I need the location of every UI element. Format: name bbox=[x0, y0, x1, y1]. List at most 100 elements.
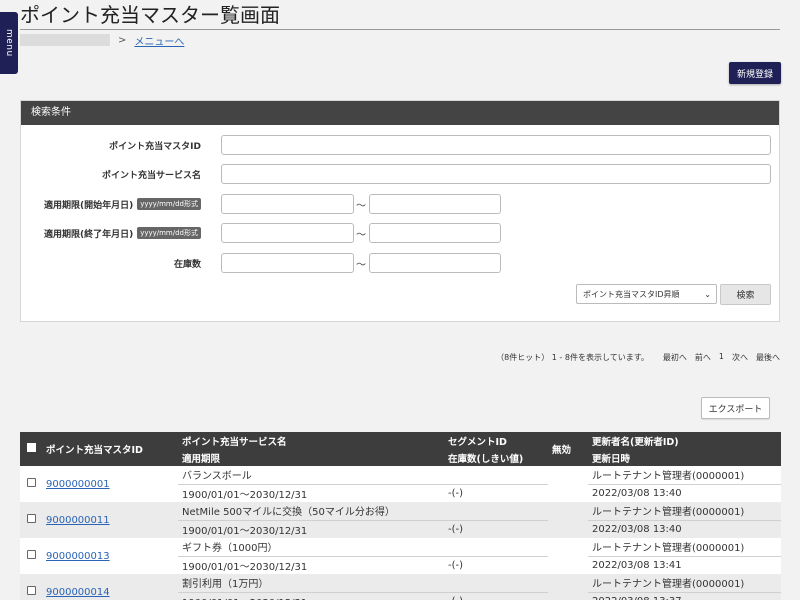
header-id[interactable]: ポイント充当マスタID bbox=[42, 432, 178, 466]
row-select-cell bbox=[20, 466, 42, 502]
service-name-row: ポイント充当サービス名 bbox=[21, 164, 779, 184]
master-id-link[interactable]: 9000000011 bbox=[46, 515, 110, 526]
segment-cell bbox=[444, 574, 548, 593]
updated-cell: 2022/03/08 13:40 bbox=[588, 484, 781, 502]
header-name[interactable]: ポイント充当サービス名 bbox=[178, 432, 444, 449]
period-cell: 1900/01/01～2030/12/31 bbox=[178, 484, 444, 502]
id-cell: 9000000014 bbox=[42, 574, 178, 600]
pager-next[interactable]: 次へ bbox=[732, 352, 748, 363]
breadcrumb: > メニューへ bbox=[20, 33, 184, 48]
select-all-cell bbox=[20, 432, 42, 466]
pager-prev[interactable]: 前へ bbox=[695, 352, 711, 363]
start-date-label: 適用期限(開始年月日) yyyy/mm/dd形式 bbox=[44, 198, 201, 211]
pager-first[interactable]: 最初へ bbox=[663, 352, 687, 363]
master-id-input[interactable] bbox=[221, 135, 771, 155]
stock-row: 在庫数 ～ bbox=[21, 253, 779, 273]
updated-cell: 2022/03/08 13:37 bbox=[588, 592, 781, 600]
updater-cell: ルートテナント管理者(0000001) bbox=[588, 538, 781, 557]
sort-select[interactable]: ポイント充当マスタID昇順 ⌄ bbox=[576, 284, 717, 304]
breadcrumb-separator: > bbox=[118, 34, 127, 46]
updater-cell: ルートテナント管理者(0000001) bbox=[588, 502, 781, 521]
menu-tab[interactable]: menu bbox=[0, 12, 18, 74]
search-panel: 検索条件 ポイント充当マスタID ポイント充当サービス名 適用期限(開始年月日)… bbox=[20, 100, 780, 322]
pager-current: 1 bbox=[718, 352, 724, 361]
masked-breadcrumb bbox=[20, 34, 110, 46]
sort-select-value: ポイント充当マスタID昇順 bbox=[583, 289, 680, 299]
results-table: ポイント充当マスタID ポイント充当サービス名 セグメントID 無効 更新者名(… bbox=[20, 432, 781, 600]
name-cell: ギフト券（1000円） bbox=[178, 538, 444, 557]
segment-cell bbox=[444, 502, 548, 521]
row-select-cell bbox=[20, 574, 42, 600]
master-id-link[interactable]: 9000000001 bbox=[46, 479, 110, 490]
id-cell: 9000000001 bbox=[42, 466, 178, 502]
stock-label: 在庫数 bbox=[173, 259, 201, 270]
stock-cell: -(-) bbox=[444, 592, 548, 600]
start-date-row: 適用期限(開始年月日) yyyy/mm/dd形式 ～ bbox=[21, 194, 779, 214]
row-checkbox[interactable] bbox=[26, 586, 36, 595]
select-all-checkbox[interactable] bbox=[26, 443, 36, 452]
name-cell: バランスボール bbox=[178, 466, 444, 485]
table-row: 9000000013 ギフト券（1000円） ルートテナント管理者(000000… bbox=[20, 538, 781, 574]
row-select-cell bbox=[20, 502, 42, 538]
stock-cell: -(-) bbox=[444, 556, 548, 574]
header-updater[interactable]: 更新者名(更新者ID) bbox=[588, 432, 781, 449]
menu-label: menu bbox=[4, 29, 14, 57]
master-id-row: ポイント充当マスタID bbox=[21, 135, 779, 155]
master-id-label: ポイント充当マスタID bbox=[109, 141, 201, 152]
period-cell: 1900/01/01～2030/12/31 bbox=[178, 556, 444, 574]
search-button[interactable]: 検索 bbox=[720, 284, 771, 305]
period-cell: 1900/01/01～2030/12/31 bbox=[178, 592, 444, 600]
range-tilde: ～ bbox=[356, 259, 366, 271]
invalid-cell bbox=[548, 502, 588, 538]
invalid-cell bbox=[548, 574, 588, 600]
id-cell: 9000000013 bbox=[42, 538, 178, 574]
stock-to-input[interactable] bbox=[369, 253, 501, 273]
date-format-badge: yyyy/mm/dd形式 bbox=[137, 227, 201, 239]
search-header: 検索条件 bbox=[21, 101, 779, 125]
end-date-row: 適用期限(終了年月日) yyyy/mm/dd形式 ～ bbox=[21, 223, 779, 243]
updater-cell: ルートテナント管理者(0000001) bbox=[588, 574, 781, 593]
pager-info: （8件ヒット） 1 - 8件を表示しています。 bbox=[496, 353, 649, 362]
header-period[interactable]: 適用期限 bbox=[178, 449, 444, 466]
row-checkbox[interactable] bbox=[26, 514, 36, 523]
segment-cell bbox=[444, 538, 548, 557]
updated-cell: 2022/03/08 13:40 bbox=[588, 520, 781, 538]
name-cell: 割引利用（1万円） bbox=[178, 574, 444, 593]
pager: （8件ヒット） 1 - 8件を表示しています。 最初へ 前へ 1 次へ 最後へ bbox=[496, 352, 780, 363]
export-button[interactable]: エクスポート bbox=[701, 397, 770, 419]
segment-cell bbox=[444, 466, 548, 485]
row-select-cell bbox=[20, 538, 42, 574]
start-date-from-input[interactable] bbox=[221, 194, 354, 214]
updater-cell: ルートテナント管理者(0000001) bbox=[588, 466, 781, 485]
date-format-badge: yyyy/mm/dd形式 bbox=[137, 198, 201, 210]
invalid-cell bbox=[548, 466, 588, 502]
header-updated[interactable]: 更新日時 bbox=[588, 449, 781, 466]
invalid-cell bbox=[548, 538, 588, 574]
end-date-from-input[interactable] bbox=[221, 223, 354, 243]
header-segment[interactable]: セグメントID bbox=[444, 432, 548, 449]
master-id-link[interactable]: 9000000013 bbox=[46, 551, 110, 562]
menu-link[interactable]: メニューへ bbox=[134, 33, 184, 48]
id-cell: 9000000011 bbox=[42, 502, 178, 538]
new-button[interactable]: 新規登録 bbox=[729, 62, 781, 84]
stock-cell: -(-) bbox=[444, 484, 548, 502]
name-cell: NetMile 500マイルに交換（50マイル分お得） bbox=[178, 502, 444, 521]
table-row: 9000000001 バランスボール ルートテナント管理者(0000001) bbox=[20, 466, 781, 502]
stock-cell: -(-) bbox=[444, 520, 548, 538]
page-title: ポイント充当マスター覧画面 bbox=[20, 2, 780, 30]
end-date-to-input[interactable] bbox=[369, 223, 501, 243]
row-checkbox[interactable] bbox=[26, 478, 36, 487]
master-id-link[interactable]: 9000000014 bbox=[46, 587, 110, 598]
header-invalid[interactable]: 無効 bbox=[548, 432, 588, 466]
service-name-input[interactable] bbox=[221, 164, 771, 184]
service-name-label: ポイント充当サービス名 bbox=[101, 170, 201, 181]
row-checkbox[interactable] bbox=[26, 550, 36, 559]
end-date-label: 適用期限(終了年月日) yyyy/mm/dd形式 bbox=[44, 227, 201, 240]
table-row: 9000000011 NetMile 500マイルに交換（50マイル分お得） ル… bbox=[20, 502, 781, 538]
stock-from-input[interactable] bbox=[221, 253, 354, 273]
range-tilde: ～ bbox=[356, 229, 366, 241]
header-stock[interactable]: 在庫数(しきい値) bbox=[444, 449, 548, 466]
period-cell: 1900/01/01～2030/12/31 bbox=[178, 520, 444, 538]
start-date-to-input[interactable] bbox=[369, 194, 501, 214]
pager-last[interactable]: 最後へ bbox=[756, 352, 780, 363]
